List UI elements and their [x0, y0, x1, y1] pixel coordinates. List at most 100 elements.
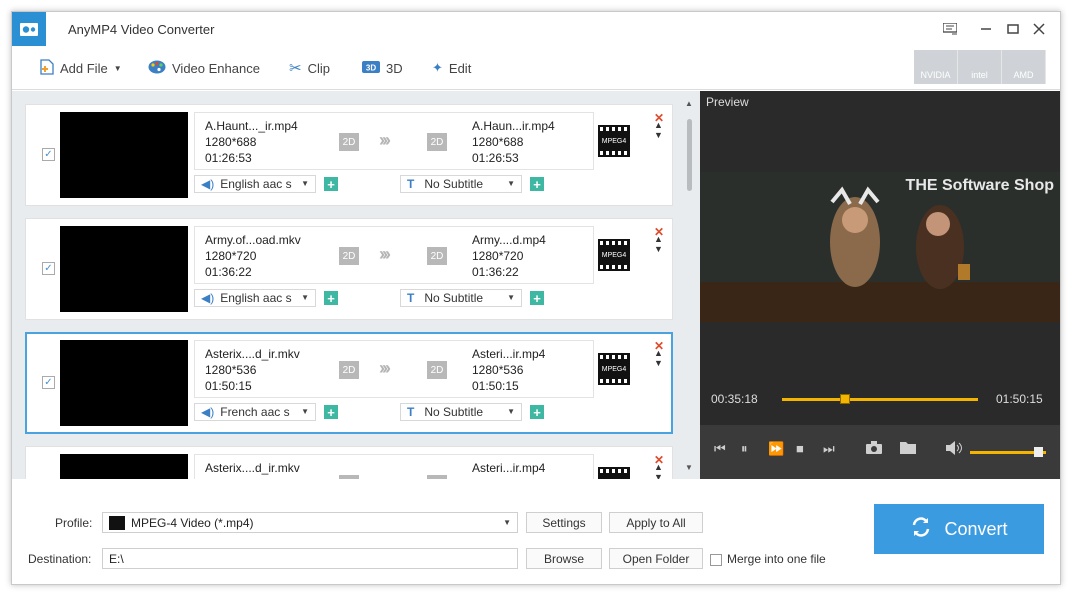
- scroll-up-icon[interactable]: ▲: [685, 99, 693, 108]
- volume-slider[interactable]: [970, 447, 1046, 457]
- stop-icon[interactable]: ■: [796, 441, 804, 456]
- output-filename: A.Haun...ir.mp4: [472, 119, 555, 133]
- chevron-down-icon: ▼: [507, 407, 515, 416]
- convert-button[interactable]: Convert: [874, 504, 1044, 554]
- move-up-icon[interactable]: ▲: [654, 120, 663, 130]
- move-down-icon[interactable]: ▼: [654, 244, 663, 254]
- fast-forward-icon[interactable]: ⏩: [768, 441, 784, 457]
- move-down-icon[interactable]: ▼: [654, 472, 663, 479]
- format-icon-label: MPEG4: [601, 137, 627, 145]
- speaker-icon: ◀): [201, 405, 215, 419]
- format-icon-label: MPEG4: [601, 365, 627, 373]
- convert-label: Convert: [944, 518, 1008, 539]
- skip-back-icon[interactable]: ⏮: [714, 441, 726, 457]
- output-duration: 01:50:15: [472, 379, 519, 393]
- 3d-label: 3D: [386, 60, 403, 76]
- app-logo-icon: [12, 12, 46, 46]
- arrow-right-icon: ›››: [379, 358, 391, 378]
- camera-icon[interactable]: [866, 441, 882, 457]
- output-duration: 01:26:53: [472, 151, 519, 165]
- seek-handle[interactable]: [839, 394, 850, 404]
- skip-forward-icon[interactable]: ⏭: [823, 441, 835, 457]
- destination-input[interactable]: E:\: [102, 548, 518, 569]
- folder-icon[interactable]: [900, 441, 916, 457]
- source-duration: 01:36:22: [205, 265, 252, 279]
- clip-label: Clip: [307, 60, 330, 76]
- move-down-icon[interactable]: ▼: [654, 358, 663, 368]
- preview-video: THE Software Shop: [700, 172, 1060, 322]
- mpeg4-format-icon[interactable]: MPEG4: [598, 467, 630, 479]
- edit-button[interactable]: ✦ Edit: [432, 58, 471, 78]
- add-file-button[interactable]: Add File ▼: [40, 58, 122, 78]
- source-filename: Asterix....d_ir.mkv: [205, 461, 300, 475]
- settings-button[interactable]: Settings: [526, 512, 602, 533]
- move-up-icon[interactable]: ▲: [654, 234, 663, 244]
- amd-badge: AMD: [1002, 50, 1046, 84]
- clip-button[interactable]: ✂ Clip: [289, 58, 330, 78]
- subtitle-value: No Subtitle: [424, 405, 484, 419]
- preview-watermark: THE Software Shop: [905, 177, 1054, 194]
- merge-checkbox[interactable]: [710, 554, 722, 566]
- audio-track-value: French aac s: [220, 405, 290, 419]
- file-item[interactable]: ✓ A.Haunt..._ir.mp4 1280*688 01:26:53 2D…: [25, 104, 673, 206]
- add-audio-button[interactable]: +: [324, 405, 338, 419]
- menu-icon[interactable]: [941, 20, 959, 38]
- edit-label: Edit: [448, 60, 472, 76]
- file-item[interactable]: ✓ Army.of...oad.mkv 1280*720 01:36:22 2D…: [25, 218, 673, 320]
- add-subtitle-button[interactable]: +: [530, 405, 544, 419]
- volume-icon[interactable]: [946, 441, 962, 458]
- move-down-icon[interactable]: ▼: [654, 130, 663, 140]
- move-up-icon[interactable]: ▲: [654, 348, 663, 358]
- subtitle-dropdown[interactable]: T No Subtitle ▼: [400, 175, 522, 193]
- file-info: Asterix....d_ir.mkv 1280*536 01:50:15 2D…: [194, 340, 594, 398]
- subtitle-value: No Subtitle: [424, 291, 484, 305]
- pause-icon[interactable]: ⏸: [741, 441, 748, 457]
- scroll-thumb[interactable]: [687, 119, 692, 191]
- subtitle-dropdown[interactable]: T No Subtitle ▼: [400, 289, 522, 307]
- nvidia-badge: NVIDIA: [914, 50, 958, 84]
- audio-track-dropdown[interactable]: ◀) French aac s ▼: [194, 403, 316, 421]
- volume-handle[interactable]: [1034, 447, 1044, 457]
- speaker-icon: ◀): [201, 177, 215, 191]
- mpeg-format-icon: [109, 515, 125, 530]
- chevron-down-icon: ▼: [113, 63, 122, 73]
- profile-label: Profile:: [55, 516, 93, 530]
- maximize-icon[interactable]: [1004, 20, 1022, 38]
- file-checkbox[interactable]: ✓: [42, 262, 55, 275]
- add-subtitle-button[interactable]: +: [530, 291, 544, 305]
- open-folder-button[interactable]: Open Folder: [609, 548, 703, 569]
- mpeg4-format-icon[interactable]: MPEG4: [598, 239, 630, 271]
- add-audio-button[interactable]: +: [324, 291, 338, 305]
- file-checkbox[interactable]: ✓: [42, 148, 55, 161]
- arrow-right-icon: ›››: [379, 130, 391, 150]
- browse-button[interactable]: Browse: [526, 548, 602, 569]
- output-resolution: 1280*536: [472, 363, 524, 377]
- seek-bar[interactable]: [782, 394, 978, 404]
- subtitle-dropdown[interactable]: T No Subtitle ▼: [400, 403, 522, 421]
- video-enhance-button[interactable]: Video Enhance: [148, 58, 260, 78]
- mpeg4-format-icon[interactable]: MPEG4: [598, 353, 630, 385]
- file-info: A.Haunt..._ir.mp4 1280*688 01:26:53 2D ›…: [194, 112, 594, 170]
- bottom-panel: Profile: MPEG-4 Video (*.mp4) ▼ Settings…: [12, 479, 1060, 584]
- scissors-icon: ✂: [289, 60, 302, 77]
- minimize-icon[interactable]: [977, 20, 995, 38]
- file-checkbox[interactable]: ✓: [42, 376, 55, 389]
- list-scrollbar[interactable]: ▲ ▼: [684, 99, 694, 477]
- profile-dropdown[interactable]: MPEG-4 Video (*.mp4) ▼: [102, 512, 518, 533]
- mpeg4-format-icon[interactable]: MPEG4: [598, 125, 630, 157]
- scroll-down-icon[interactable]: ▼: [685, 463, 693, 472]
- output-2d-badge: 2D: [427, 361, 447, 379]
- file-item-selected[interactable]: ✓ Asterix....d_ir.mkv 1280*536 01:50:15 …: [25, 332, 673, 434]
- output-2d-badge: 2D: [427, 247, 447, 265]
- add-audio-button[interactable]: +: [324, 177, 338, 191]
- add-subtitle-button[interactable]: +: [530, 177, 544, 191]
- subtitle-value: No Subtitle: [424, 177, 484, 191]
- audio-track-dropdown[interactable]: ◀) English aac s ▼: [194, 175, 316, 193]
- apply-to-all-button[interactable]: Apply to All: [609, 512, 703, 533]
- file-item[interactable]: Asterix....d_ir.mkv Asteri...ir.mp4 2D ›…: [25, 446, 673, 479]
- close-icon[interactable]: [1030, 20, 1048, 38]
- audio-track-dropdown[interactable]: ◀) English aac s ▼: [194, 289, 316, 307]
- move-up-icon[interactable]: ▲: [654, 462, 663, 472]
- 3d-button[interactable]: 3D 3D: [362, 58, 403, 78]
- source-2d-badge: 2D: [339, 361, 359, 379]
